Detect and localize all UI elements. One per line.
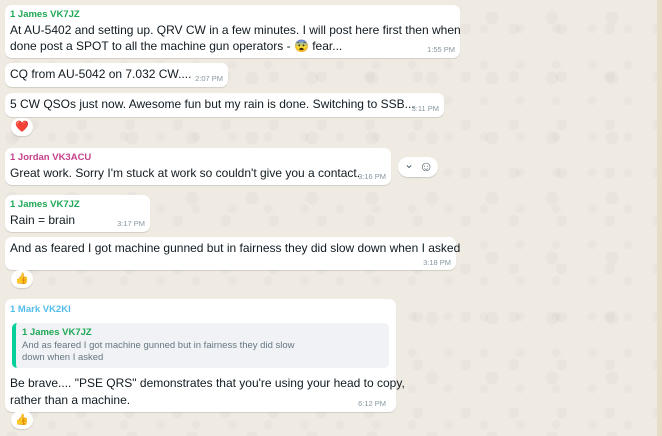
message-time: 3:16 PM xyxy=(358,172,386,181)
message-hover-controls: ⌄ ☺ xyxy=(398,157,438,177)
sender-name[interactable]: 1 Jordan VK3ACU xyxy=(10,152,91,163)
emoji-icon[interactable]: ☺ xyxy=(419,158,433,174)
message-text-line: At AU-5402 and setting up. QRV CW in a f… xyxy=(10,23,461,37)
sender-name[interactable]: 1 James VK7JZ xyxy=(10,199,80,210)
message-text-line: 5 CW QSOs just now. Awesome fun but my r… xyxy=(10,97,415,111)
message-bubble[interactable]: 1 Jordan VK3ACU Great work. Sorry I'm st… xyxy=(5,148,391,185)
message-text-line: Great work. Sorry I'm stuck at work so c… xyxy=(10,166,361,180)
message-bubble[interactable]: 1 James VK7JZ At AU-5402 and setting up.… xyxy=(5,5,461,58)
message-time: 1:55 PM xyxy=(427,45,455,54)
message-time: 6:12 PM xyxy=(358,399,386,408)
heart-reaction[interactable]: ❤️ xyxy=(11,118,33,136)
chevron-down-icon[interactable]: ⌄ xyxy=(404,157,414,171)
message-bubble[interactable]: 1 Mark VK2KI 1 James VK7JZ And as feared… xyxy=(5,299,405,412)
sender-name[interactable]: 1 James VK7JZ xyxy=(10,9,80,20)
thumbs-up-reaction[interactable]: 👍 xyxy=(11,270,33,288)
message-text-line: rather than a machine. xyxy=(10,393,131,407)
message-bubble[interactable]: And as feared I got machine gunned but i… xyxy=(5,237,460,270)
message-time: 3:17 PM xyxy=(117,219,145,228)
message-bubble[interactable]: 1 James VK7JZ Rain = brain 3:17 PM xyxy=(5,195,150,232)
message-text-line: done post a SPOT to all the machine gun … xyxy=(10,39,343,53)
message-time: 3:18 PM xyxy=(423,258,451,267)
message-time: 3:11 PM xyxy=(411,104,439,113)
message-time: 2:07 PM xyxy=(195,74,223,83)
message-bubble[interactable]: 5 CW QSOs just now. Awesome fun but my r… xyxy=(5,93,444,117)
message-text-line: And as feared I got machine gunned but i… xyxy=(10,241,461,255)
quoted-text-line: And as feared I got machine gunned but i… xyxy=(22,340,295,351)
message-text-line: Rain = brain xyxy=(10,213,76,227)
message-text-line: CQ from AU-5042 on 7.032 CW.... xyxy=(10,67,192,81)
sender-name[interactable]: 1 Mark VK2KI xyxy=(10,304,71,315)
thumbs-up-reaction[interactable]: 👍 xyxy=(11,411,33,429)
window-edge xyxy=(657,0,662,436)
quoted-message[interactable]: 1 James VK7JZ And as feared I got machin… xyxy=(12,323,389,368)
quoted-sender-name: 1 James VK7JZ xyxy=(22,327,92,338)
message-text-line: Be brave.... "PSE QRS" demonstrates that… xyxy=(10,376,405,390)
message-bubble[interactable]: CQ from AU-5042 on 7.032 CW.... 2:07 PM xyxy=(5,63,228,87)
quoted-text-line: down when I asked xyxy=(22,352,104,363)
